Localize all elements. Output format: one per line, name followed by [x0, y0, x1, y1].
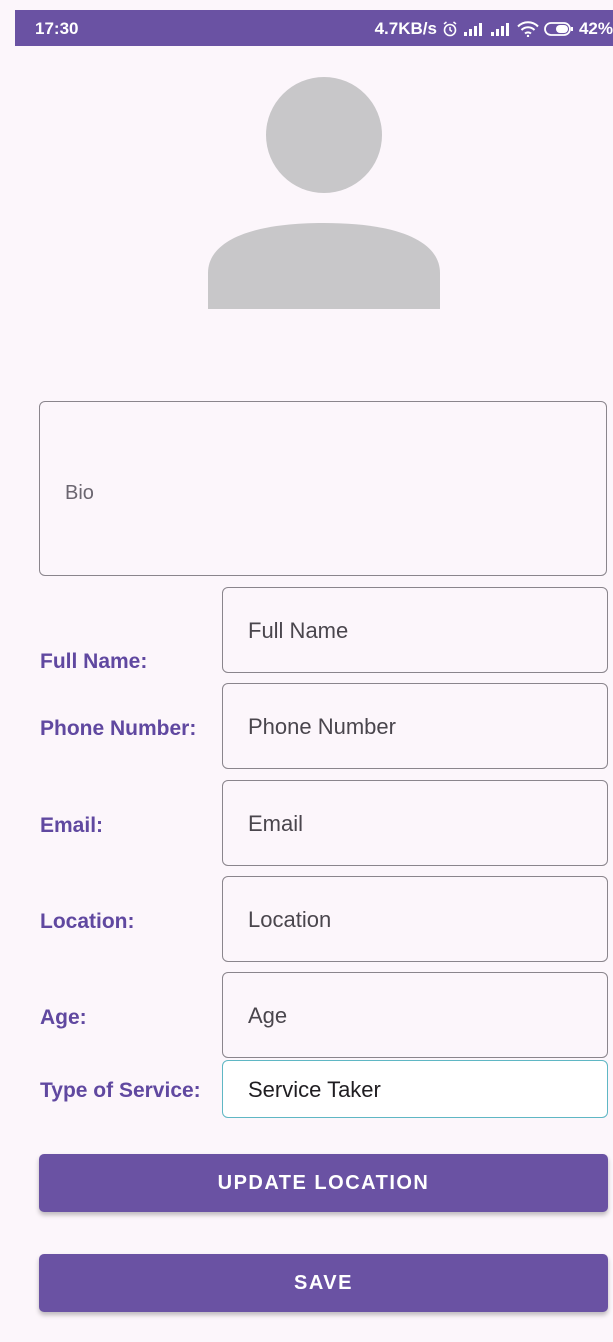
network-speed: 4.7KB/s	[374, 19, 437, 38]
signal-icon	[463, 22, 485, 36]
location-placeholder: Location	[248, 907, 332, 932]
phone-number-placeholder: Phone Number	[248, 714, 396, 739]
edit-profile-screen: 17:30 4.7KB/s 42% Bio Full Name: Full Na…	[0, 0, 613, 1342]
status-time: 17:30	[35, 19, 79, 38]
profile-avatar[interactable]	[206, 77, 442, 309]
full-name-placeholder: Full Name	[248, 618, 349, 643]
battery-icon	[544, 21, 574, 37]
full-name-label: Full Name:	[40, 650, 148, 673]
email-placeholder: Email	[248, 811, 304, 836]
email-label: Email:	[40, 814, 104, 837]
service-type-label: Type of Service:	[40, 1079, 201, 1102]
location-input[interactable]: Location	[222, 876, 608, 962]
status-icons: 4.7KB/s 42%	[375, 19, 613, 39]
update-location-button[interactable]: UPDATE LOCATION	[39, 1154, 608, 1212]
age-input[interactable]: Age	[222, 972, 608, 1058]
status-bar: 17:30 4.7KB/s 42%	[15, 10, 613, 46]
person-placeholder-icon	[208, 77, 440, 309]
alarm-icon	[442, 21, 458, 37]
age-placeholder: Age	[248, 1003, 288, 1028]
location-label: Location:	[40, 910, 135, 933]
email-input[interactable]: Email	[222, 780, 608, 866]
battery-percent: 42%	[578, 19, 613, 38]
phone-number-input[interactable]: Phone Number	[222, 683, 608, 769]
signal-icon	[490, 22, 512, 36]
save-button[interactable]: SAVE	[39, 1254, 608, 1312]
phone-number-label: Phone Number:	[40, 717, 197, 740]
bio-input[interactable]: Bio	[39, 401, 607, 576]
service-type-field[interactable]: Service Taker	[222, 1060, 608, 1118]
wifi-icon	[517, 21, 539, 37]
age-label: Age:	[40, 1006, 87, 1029]
bio-placeholder: Bio	[65, 482, 94, 504]
service-type-value: Service Taker	[248, 1077, 381, 1102]
full-name-input[interactable]: Full Name	[222, 587, 608, 673]
